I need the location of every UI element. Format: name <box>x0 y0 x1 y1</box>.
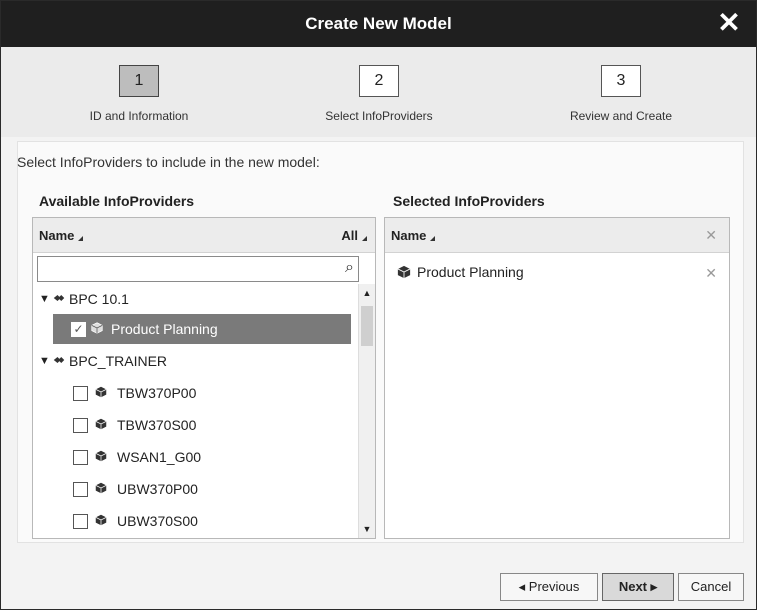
tree-group-bpc-10-1[interactable]: ▼ BPC 10.1 <box>33 284 353 314</box>
tree-item-label: UBW370S00 <box>117 513 198 529</box>
available-panel: Name All ⌕ ▼ BPC 10.1 ✓ Product Planning… <box>32 217 376 539</box>
tree-item-tbw370s00[interactable]: TBW370S00 <box>33 410 353 440</box>
tree-item-tbw370p00[interactable]: TBW370P00 <box>33 378 353 408</box>
remove-all-icon[interactable]: ✕ <box>705 227 717 244</box>
all-filter-sort[interactable]: All <box>341 228 367 243</box>
expand-caret-icon[interactable]: ▼ <box>39 284 50 314</box>
group-cubes-icon <box>53 295 65 301</box>
close-icon[interactable]: ✕ <box>714 8 744 38</box>
column-label: Name <box>391 228 427 243</box>
tree-group-label: BPC_TRAINER <box>69 353 168 369</box>
selected-heading: Selected InfoProviders <box>393 193 545 209</box>
step-3[interactable]: 3 Review and Create <box>531 65 711 123</box>
cube-icon <box>91 322 103 334</box>
cube-icon <box>397 265 411 279</box>
step-number: 3 <box>601 65 641 97</box>
dialog-title: Create New Model <box>305 14 452 33</box>
dialog-titlebar: Create New Model ✕ <box>1 1 756 47</box>
tree-item-label: WSAN1_G00 <box>117 449 202 465</box>
cube-icon <box>95 386 107 398</box>
scroll-thumb[interactable] <box>361 306 373 346</box>
step-label: ID and Information <box>89 109 189 123</box>
tree-item-label: TBW370P00 <box>117 385 197 401</box>
step-number: 2 <box>359 65 399 97</box>
search-input[interactable]: ⌕ <box>37 256 359 282</box>
scroll-down-icon[interactable]: ▼ <box>361 524 373 534</box>
column-label: Name <box>39 228 75 243</box>
tree-item-wsan1-g00[interactable]: WSAN1_G00 <box>33 442 353 472</box>
next-button[interactable]: Next ▸ <box>602 573 674 601</box>
tree-item-label: UBW370P00 <box>117 481 198 497</box>
tree-scrollbar[interactable]: ▲ ▼ <box>358 284 375 538</box>
step-label: Select InfoProviders <box>325 109 433 123</box>
column-label: All <box>341 228 358 243</box>
selected-column-header: Name ✕ <box>385 218 729 253</box>
sort-icon <box>430 236 436 241</box>
cube-icon <box>95 450 107 462</box>
name-column-sort[interactable]: Name <box>39 228 84 243</box>
previous-button[interactable]: ◂ Previous <box>500 573 598 601</box>
create-model-dialog: Create New Model ✕ 1 ID and Information … <box>0 0 757 610</box>
infoprovider-tree: ▼ BPC 10.1 ✓ Product Planning ▼ BPC_TRAI… <box>33 284 355 538</box>
cube-icon <box>95 418 107 430</box>
available-column-header: Name All <box>33 218 375 253</box>
sort-icon <box>78 236 84 241</box>
sort-icon <box>362 236 367 241</box>
name-column-sort[interactable]: Name <box>391 228 436 243</box>
cancel-button[interactable]: Cancel <box>678 573 744 601</box>
checkbox[interactable] <box>73 418 88 433</box>
group-cubes-icon <box>53 357 65 363</box>
expand-caret-icon[interactable]: ▼ <box>39 346 50 376</box>
cube-icon <box>95 482 107 494</box>
tree-group-label: BPC 10.1 <box>69 291 129 307</box>
checkbox[interactable] <box>73 386 88 401</box>
available-heading: Available InfoProviders <box>39 193 195 209</box>
step-1[interactable]: 1 ID and Information <box>49 65 229 123</box>
selected-item-label: Product Planning <box>417 264 524 280</box>
selected-item: Product Planning <box>397 264 524 280</box>
scroll-up-icon[interactable]: ▲ <box>361 288 373 298</box>
step-label: Review and Create <box>569 109 673 123</box>
search-icon[interactable]: ⌕ <box>345 259 354 277</box>
tree-group-bpc-trainer[interactable]: ▼ BPC_TRAINER <box>33 346 353 376</box>
step-number: 1 <box>119 65 159 97</box>
wizard-steps: 1 ID and Information 2 Select InfoProvid… <box>1 47 756 137</box>
checkbox[interactable] <box>73 482 88 497</box>
cube-icon <box>95 514 107 526</box>
remove-item-icon[interactable]: ✕ <box>705 265 717 282</box>
tree-item-label: TBW370S00 <box>117 417 197 433</box>
tree-item-label: Product Planning <box>111 321 218 337</box>
step-2[interactable]: 2 Select InfoProviders <box>289 65 469 123</box>
selected-panel: Name ✕ Product Planning ✕ <box>384 217 730 539</box>
checkbox[interactable] <box>73 450 88 465</box>
checkbox[interactable] <box>73 514 88 529</box>
tree-item-product-planning[interactable]: ✓ Product Planning <box>53 314 351 344</box>
checkbox[interactable]: ✓ <box>71 322 86 337</box>
tree-item-ubw370p00[interactable]: UBW370P00 <box>33 474 353 504</box>
tree-item-ubw370s00[interactable]: UBW370S00 <box>33 506 353 536</box>
intro-text: Select InfoProviders to include in the n… <box>17 154 320 170</box>
